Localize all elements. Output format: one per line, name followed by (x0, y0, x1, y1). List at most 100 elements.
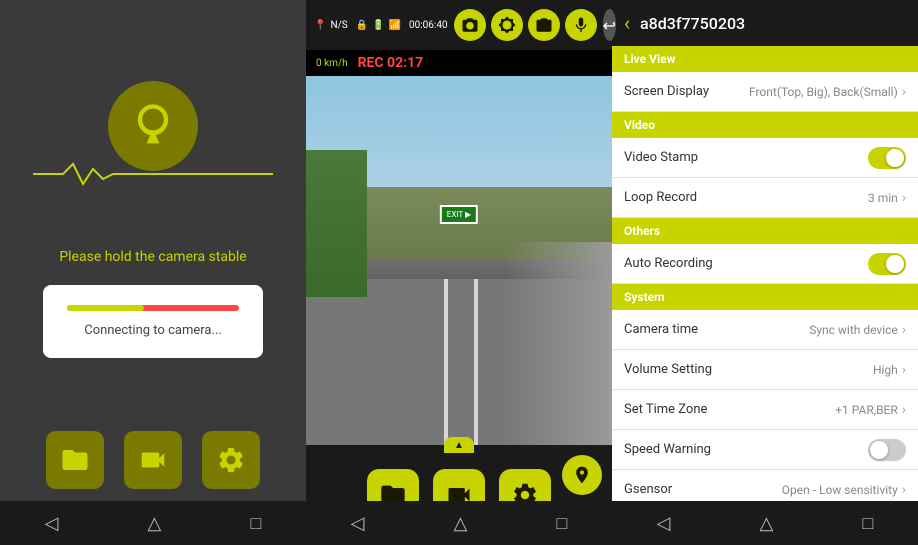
guardrail (505, 242, 612, 445)
panel-liveview: 📍 N/S 🔒 🔋 📶 00:06:40 (306, 0, 612, 545)
back-arrow-icon-2: ↩ (603, 16, 616, 35)
panel1-bottom: ◁ △ □ (0, 419, 306, 545)
flip-btn[interactable] (528, 9, 560, 41)
stable-message: Please hold the camera stable (59, 249, 246, 265)
camera-circle (108, 81, 198, 171)
flip-icon (535, 16, 553, 34)
loop-record-label: Loop Record (624, 190, 868, 205)
camera-time-value: Sync with device (809, 323, 898, 337)
gsensor-chevron: › (902, 482, 906, 498)
loop-record-chevron: › (902, 190, 906, 206)
progress-bar (67, 305, 239, 311)
status-row: 📍 N/S 🔒 🔋 📶 00:06:40 (314, 20, 448, 31)
settings-list: Live View Screen Display Front(Top, Big)… (612, 46, 918, 501)
volume-label: Volume Setting (624, 362, 873, 377)
road-sign: EXIT ▶ (440, 205, 478, 224)
trees (306, 150, 367, 298)
rec-bar: 0 km/h REC 02:17 (306, 50, 612, 76)
setting-timezone[interactable]: Set Time Zone +1 PAR,BER › (612, 390, 918, 430)
power-camera-icon (127, 100, 179, 152)
home-nav-1[interactable]: △ (148, 513, 162, 534)
back-btn-2[interactable]: ↩ (603, 9, 616, 41)
volume-value: High (873, 363, 898, 377)
back-nav-2[interactable]: ◁ (351, 513, 365, 534)
nav-bar-3: ◁ △ □ (612, 501, 918, 545)
camera-toggle-btn[interactable] (454, 9, 486, 41)
panel-connect: Please hold the camera stable Connecting… (0, 0, 306, 545)
settings-back-btn[interactable]: ‹ (624, 11, 630, 35)
speed-warning-toggle[interactable] (868, 439, 906, 461)
battery-icon: 🔋 (372, 20, 384, 31)
loop-record-value: 3 min (868, 191, 898, 205)
folder-btn[interactable] (46, 431, 104, 489)
mic-btn[interactable] (565, 9, 597, 41)
heartbeat-line (33, 159, 273, 189)
video-stamp-knob (886, 149, 904, 167)
progress-fill (67, 305, 144, 311)
settings-header: ‹ a8d3f7750203 (612, 0, 918, 46)
progress-label: Connecting to camera... (84, 323, 222, 338)
gsensor-value: Open - Low sensitivity (782, 483, 898, 497)
bottom-icons-row (46, 419, 260, 501)
recent-nav-3[interactable]: □ (863, 513, 874, 534)
setting-speed-warning[interactable]: Speed Warning (612, 430, 918, 470)
section-live-view-title: Live View (624, 52, 675, 66)
home-nav-2[interactable]: △ (454, 513, 468, 534)
auto-recording-label: Auto Recording (624, 256, 868, 271)
setting-volume[interactable]: Volume Setting High › (612, 350, 918, 390)
gsensor-label: Gsensor (624, 482, 782, 497)
liveview-header: 📍 N/S 🔒 🔋 📶 00:06:40 (306, 0, 612, 50)
section-live-view: Live View (612, 46, 918, 72)
folder-icon (60, 445, 90, 475)
video-stamp-toggle[interactable] (868, 147, 906, 169)
gps-icon: 📍 (314, 20, 326, 31)
back-nav-1[interactable]: ◁ (45, 513, 59, 534)
brightness-icon (498, 16, 516, 34)
home-nav-3[interactable]: △ (760, 513, 774, 534)
camera-view: EXIT ▶ (306, 76, 612, 445)
road-right-line (474, 279, 478, 445)
video-btn[interactable] (124, 431, 182, 489)
location-btn[interactable] (562, 455, 602, 495)
speed-display: 0 km/h (316, 58, 348, 69)
settings-icon (216, 445, 246, 475)
brightness-btn[interactable] (491, 9, 523, 41)
road-scene: EXIT ▶ (306, 76, 612, 445)
camera-icon-wrap (108, 81, 198, 171)
screen-display-label: Screen Display (624, 84, 749, 99)
speed-warning-label: Speed Warning (624, 442, 868, 457)
setting-video-stamp[interactable]: Video Stamp (612, 138, 918, 178)
setting-camera-time[interactable]: Camera time Sync with device › (612, 310, 918, 350)
wifi-icon: 📶 (389, 20, 401, 31)
setting-gsensor[interactable]: Gsensor Open - Low sensitivity › (612, 470, 918, 501)
back-nav-3[interactable]: ◁ (657, 513, 671, 534)
settings-btn[interactable] (202, 431, 260, 489)
recent-nav-2[interactable]: □ (557, 513, 568, 534)
expand-btn[interactable]: ▲ (444, 437, 474, 453)
time-display: 00:06:40 (409, 20, 448, 31)
panel2-bottom: ▲ ◁ (306, 445, 612, 545)
setting-auto-recording[interactable]: Auto Recording (612, 244, 918, 284)
setting-screen-display[interactable]: Screen Display Front(Top, Big), Back(Sma… (612, 72, 918, 112)
auto-recording-toggle[interactable] (868, 253, 906, 275)
road-center-line (444, 279, 448, 445)
section-system-title: System (624, 290, 665, 304)
section-others-title: Others (624, 224, 660, 238)
section-video-title: Video (624, 118, 655, 132)
camera-time-label: Camera time (624, 322, 809, 337)
panel-settings: ‹ a8d3f7750203 Live View Screen Display … (612, 0, 918, 545)
device-id-label: a8d3f7750203 (640, 14, 745, 33)
auto-recording-knob (886, 255, 904, 273)
progress-container: Connecting to camera... (43, 285, 263, 358)
screen-display-value: Front(Top, Big), Back(Small) (749, 85, 898, 99)
mic-icon (572, 16, 590, 34)
header-action-icons (454, 9, 597, 41)
lock-icon: 🔒 (356, 20, 368, 31)
rec-label: REC 02:17 (358, 55, 424, 71)
recent-nav-1[interactable]: □ (251, 513, 262, 534)
setting-loop-record[interactable]: Loop Record 3 min › (612, 178, 918, 218)
timezone-label: Set Time Zone (624, 402, 835, 417)
timezone-value: +1 PAR,BER (835, 403, 898, 417)
section-video: Video (612, 112, 918, 138)
nav-bar-2: ◁ △ □ (306, 501, 612, 545)
